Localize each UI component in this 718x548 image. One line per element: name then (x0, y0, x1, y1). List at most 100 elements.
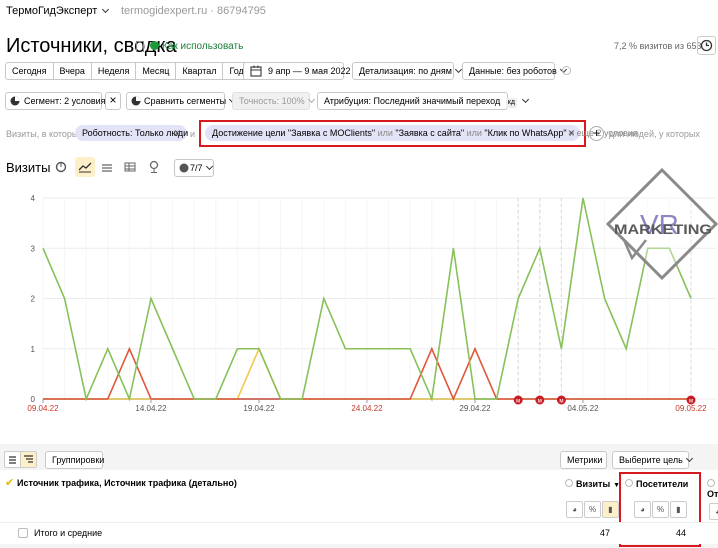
clear-segment-button[interactable]: × (105, 92, 121, 110)
area-chart-icon[interactable] (101, 161, 113, 173)
pie-icon[interactable]: ◕ (634, 501, 651, 518)
period-quarter-button[interactable]: Квартал (175, 62, 224, 80)
segment-dropdown[interactable]: Сегмент: 2 условия (5, 92, 116, 110)
x-tick-label: 19.04.22 (243, 404, 275, 413)
x-tick-label: 04.05.22 (567, 404, 599, 413)
percent-icon[interactable]: % (652, 501, 669, 518)
info-icon (625, 479, 633, 487)
attribution-badge: кд (505, 98, 517, 108)
chart-title: Визиты (6, 160, 51, 175)
pie-chart-icon[interactable] (55, 161, 67, 173)
pie-segment-icon (10, 96, 20, 106)
and-label: и (190, 129, 196, 139)
event-marker-label: м (689, 399, 693, 405)
y-tick-label: 3 (31, 244, 36, 253)
x-tick-label: 09.05.22 (675, 404, 707, 413)
visit-share-text: 7,2 % визитов из 653 (614, 41, 702, 51)
close-icon[interactable]: ✕ (567, 125, 575, 141)
x-tick-label: 24.04.22 (351, 404, 383, 413)
close-icon[interactable]: ✕ (173, 125, 181, 141)
choose-goal-dropdown[interactable]: Выберите цель (612, 451, 693, 469)
counter-name[interactable]: ТермоГидЭксперт (6, 5, 110, 17)
bookmark-icon[interactable] (136, 41, 144, 52)
close-icon: × (109, 93, 117, 107)
calendar-icon (250, 65, 262, 77)
robot-filter-chip[interactable]: Роботность: Только люди ✕ (75, 125, 188, 141)
tree-icon (24, 455, 33, 463)
totals-checkbox[interactable] (18, 528, 28, 538)
chevron-down-icon (685, 454, 693, 463)
other-column-header[interactable]: От (707, 479, 718, 499)
metrics-button[interactable]: Метрики (560, 451, 607, 469)
add-filter-button[interactable]: + (589, 126, 604, 141)
period-buttons: Сегодня Вчера Неделя Месяц Квартал Год (5, 62, 251, 80)
chevron-down-icon (454, 65, 463, 74)
checkmark-icon: ✔ (5, 477, 15, 489)
compare-icon (131, 96, 141, 106)
bar-icon[interactable]: ▮ (670, 501, 687, 518)
comment-icon (179, 163, 189, 173)
tree-view-button[interactable] (20, 451, 37, 468)
bar-chart-icon[interactable] (124, 161, 136, 173)
x-tick-label: 14.04.22 (135, 404, 167, 413)
list-view-button[interactable] (4, 451, 21, 468)
vr-marketing-logo: VR MARKETING (606, 168, 718, 280)
counter-host: termogidexpert.ru · 86794795 (121, 5, 266, 17)
groupings-button[interactable]: Группировки (45, 451, 104, 469)
bar-icon[interactable]: ▮ (602, 501, 619, 518)
visitors-view-icons: ◕ % ▮ (634, 501, 687, 518)
info-icon (707, 479, 715, 487)
x-tick-label: 29.04.22 (459, 404, 491, 413)
plus-icon: + (592, 126, 600, 140)
other-view-icons: ◕ (709, 501, 718, 520)
logo-marketing-label: MARKETING (614, 221, 712, 237)
date-range-button[interactable]: 9 апр — 9 мая 2022 (243, 62, 351, 80)
chevron-down-icon (307, 95, 315, 104)
attribution-dropdown[interactable]: Атрибуция: Последний значимый переход кд (317, 92, 530, 110)
accuracy-dropdown[interactable]: Точность: 100% (232, 92, 315, 110)
detail-dropdown[interactable]: Детализация: по дням (352, 62, 463, 80)
data-dropdown[interactable]: Данные: без роботов (462, 62, 567, 80)
chevron-down-icon (102, 5, 110, 14)
x-tick-label: 09.04.22 (27, 404, 59, 413)
totals-label: Итого и средние (34, 528, 103, 538)
visits-column-header[interactable]: Визиты ▼ (565, 479, 620, 489)
howto-link[interactable]: Как использовать (150, 41, 243, 52)
compare-segments-dropdown[interactable]: Сравнить сегменты (126, 92, 237, 110)
chevron-down-icon (522, 95, 530, 104)
line-chart-button[interactable] (75, 157, 95, 177)
list-icon (9, 456, 16, 464)
goal-filter-chip[interactable]: Достижение цели "Заявка с MOClients" или… (205, 125, 638, 141)
percent-icon[interactable]: % (584, 501, 601, 518)
period-month-button[interactable]: Месяц (135, 62, 177, 80)
totals-visits: 47 (599, 528, 610, 538)
help-icon (150, 41, 159, 50)
info-icon[interactable] (562, 66, 571, 75)
chevron-down-icon (205, 162, 213, 171)
y-tick-label: 0 (31, 395, 36, 404)
visitors-column-header[interactable]: Посетители (625, 479, 688, 489)
line-chart-icon (78, 162, 92, 173)
period-week-button[interactable]: Неделя (90, 62, 137, 80)
people-filter-label: для людей, у которых (609, 129, 700, 139)
series-selector[interactable]: 7/7 (174, 159, 214, 177)
y-tick-label: 2 (31, 295, 36, 304)
info-icon (565, 479, 573, 487)
visits-view-icons: ◕ % ▮ (566, 501, 619, 518)
totals-visitors: 44 (675, 528, 686, 538)
event-marker-label: м (516, 399, 520, 405)
view-toggle (4, 451, 37, 468)
history-button[interactable] (697, 36, 716, 55)
event-marker-label: м (538, 399, 542, 405)
visits-filter-label: Визиты, в которых (6, 129, 83, 139)
y-tick-label: 4 (31, 194, 36, 203)
pie-icon[interactable]: ◕ (566, 501, 583, 518)
map-pin-icon[interactable] (148, 160, 160, 174)
period-today-button[interactable]: Сегодня (5, 62, 54, 80)
y-tick-label: 1 (31, 345, 36, 354)
dimension-header[interactable]: Источник трафика, Источник трафика (дета… (17, 478, 237, 488)
event-marker-label: м (559, 399, 563, 405)
clock-icon (700, 39, 713, 52)
period-yesterday-button[interactable]: Вчера (52, 62, 92, 80)
pie-icon[interactable]: ◕ (709, 503, 718, 520)
